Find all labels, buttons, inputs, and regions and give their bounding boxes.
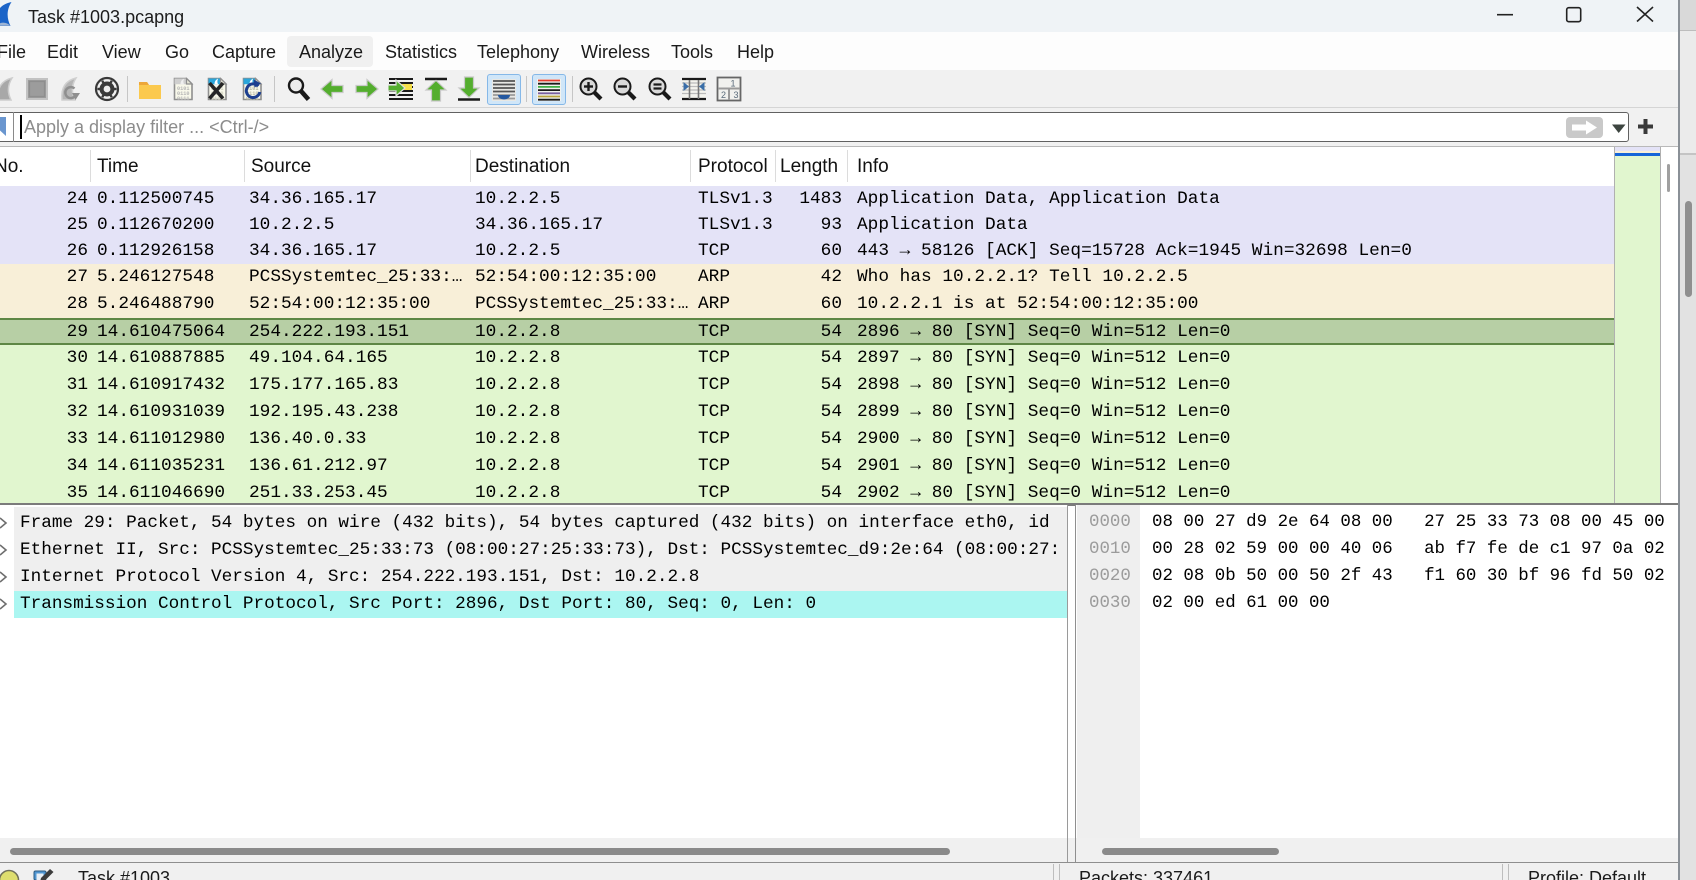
- svg-text:2: 2: [721, 90, 726, 100]
- svg-text:1: 1: [730, 79, 735, 89]
- svg-text:0111: 0111: [177, 96, 189, 102]
- svg-text:3: 3: [733, 90, 738, 100]
